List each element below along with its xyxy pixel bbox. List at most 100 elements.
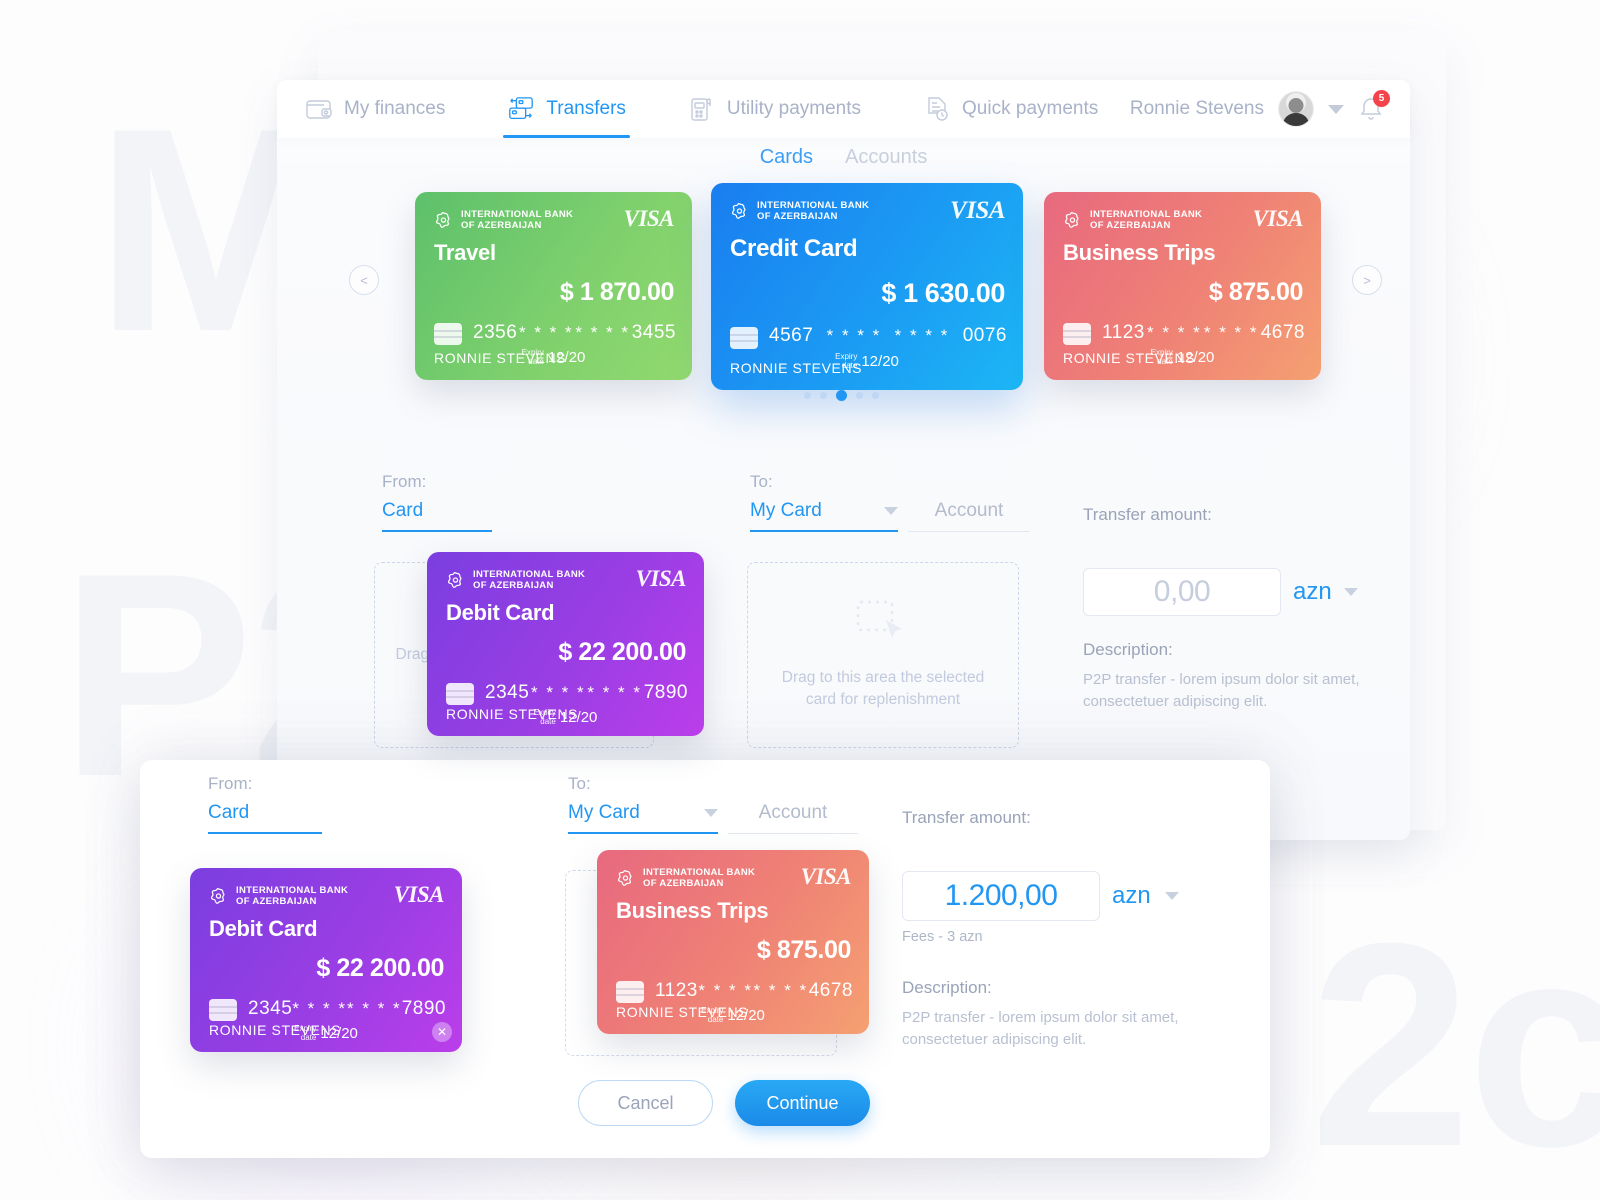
app-root: Mo P2 2c My finances [0,0,1600,1200]
visa-logo: VISA [623,206,675,231]
back-to-select-mycard[interactable]: My Card [750,500,898,532]
front-to-account-label: Account [758,802,828,823]
card-number: 4567 * * * * * * * * 0076 [769,325,1007,346]
carousel-dot[interactable] [872,392,879,399]
bank-logo-icon [434,211,453,230]
carousel-next-button[interactable]: > [1352,265,1382,295]
back-to-dropzone[interactable]: Drag to this area the selected card for … [747,562,1019,748]
chip-icon [434,323,462,345]
nav-item-utility-payments[interactable]: Utility payments [688,80,861,138]
front-currency-value: azn [1112,882,1151,909]
form-actions: Cancel Continue [578,1080,870,1126]
back-from-select[interactable]: Card [382,500,492,532]
front-currency-select[interactable]: azn [1112,882,1179,910]
front-amount-label: Transfer amount: [902,808,1031,827]
card-holder: RONNIE STEVENS [730,360,863,376]
chip-icon [1063,323,1091,345]
carousel-dot-active[interactable] [836,390,847,401]
continue-button[interactable]: Continue [735,1080,870,1126]
carousel-card-travel[interactable]: INTERNATIONAL BANK OF AZERBAIJAN VISA Tr… [415,192,692,380]
bank-name: INTERNATIONAL BANK OF AZERBAIJAN [236,885,349,908]
front-from-card-debit[interactable]: INTERNATIONAL BANK OF AZERBAIJAN VISA De… [190,868,462,1052]
nav-label: My finances [344,98,446,119]
back-to-dropzone-line1: Drag to this area the selected [781,668,985,686]
notifications-button[interactable]: 5 [1358,90,1390,123]
chevron-left-icon: < [360,272,368,288]
front-to-label: To: [568,774,591,793]
front-to-card-business-trips[interactable]: INTERNATIONAL BANK OF AZERBAIJAN VISA Bu… [597,850,869,1034]
bank-brand: INTERNATIONAL BANK OF AZERBAIJAN [1063,209,1202,231]
card-title: Business Trips [1063,240,1216,265]
bank-logo-icon [616,869,635,888]
card-holder: RONNIE STEVENS [446,706,579,722]
card-title: Business Trips [616,898,769,923]
bank-name: INTERNATIONAL BANK OF AZERBAIJAN [1090,209,1203,232]
remove-card-button[interactable]: ✕ [432,1022,452,1042]
front-to-select-mycard[interactable]: My Card [568,802,718,834]
front-from-value: Card [208,802,250,823]
back-selected-card-debit[interactable]: INTERNATIONAL BANK OF AZERBAIJAN VISA De… [427,552,704,736]
front-fees: Fees - 3 azn [902,929,983,945]
card-holder: RONNIE STEVENS [434,350,567,366]
bank-brand: INTERNATIONAL BANK OF AZERBAIJAN [616,867,755,889]
tab-cards[interactable]: Cards [760,146,813,169]
carousel-card-business-trips[interactable]: INTERNATIONAL BANK OF AZERBAIJAN VISA Bu… [1044,192,1321,380]
card-balance: $ 1 630.00 [881,278,1005,308]
user-name: Ronnie Stevens [1129,98,1264,119]
main-panel: My finances Transfers Utility payments Q… [277,80,1410,840]
nav-item-quick-payments[interactable]: Quick payments [923,80,1098,138]
bank-brand: INTERNATIONAL BANK OF AZERBAIJAN [446,569,585,591]
navbar-user-area: Ronnie Stevens 5 [1129,90,1410,127]
bank-name: INTERNATIONAL BANK OF AZERBAIJAN [461,209,574,232]
carousel-dot[interactable] [856,392,863,399]
back-amount-value: 0,00 [1153,575,1211,608]
notification-badge: 5 [1373,90,1390,107]
card-number: 1123 * * * * * * * * 4678 [655,980,853,1001]
chevron-down-icon[interactable] [1328,104,1344,114]
visa-logo: VISA [635,566,687,591]
front-to-select-account[interactable]: Account [728,802,858,834]
cancel-button[interactable]: Cancel [578,1080,713,1126]
front-amount-input[interactable]: 1.200,00 [902,871,1100,921]
front-from-label: From: [208,774,253,793]
back-currency-select[interactable]: azn [1293,578,1358,606]
carousel-dot[interactable] [804,392,811,399]
tab-accounts[interactable]: Accounts [845,146,927,169]
front-to-value: My Card [568,802,640,823]
nav-label: Utility payments [726,98,862,119]
chevron-down-icon[interactable] [1164,892,1179,900]
chevron-down-icon[interactable] [884,507,898,515]
chip-icon [616,981,644,1003]
back-from-label: From: [382,472,427,491]
utility-icon [688,96,716,122]
back-from-value: Card [382,500,424,521]
nav-item-my-finances[interactable]: My finances [305,80,445,138]
watermark-2c: 2c [1310,883,1600,1200]
card-title: Debit Card [446,600,555,625]
carousel-dot[interactable] [820,392,827,399]
back-amount-label: Transfer amount: [1083,505,1212,524]
back-to-value: My Card [750,500,822,521]
bank-logo-icon [209,887,228,906]
back-to-select-account[interactable]: Account [908,500,1030,532]
avatar[interactable] [1278,91,1314,127]
visa-logo: VISA [393,882,445,907]
chip-icon [209,999,237,1021]
chevron-down-icon[interactable] [1343,588,1358,596]
back-currency-value: azn [1293,578,1332,605]
front-amount-value: 1.200,00 [944,879,1058,912]
card-holder: RONNIE STEVENS [209,1022,342,1038]
chevron-right-icon: > [1363,272,1371,288]
carousel-prev-button[interactable]: < [349,265,379,295]
visa-logo: VISA [950,197,1005,224]
front-from-select[interactable]: Card [208,802,322,834]
chevron-down-icon[interactable] [704,809,718,817]
front-description-text: P2P transfer - lorem ipsum dolor sit ame… [902,1009,1179,1048]
card-balance: $ 1 870.00 [559,278,675,306]
nav-label: Transfers [546,98,626,119]
card-balance: $ 875.00 [756,936,852,964]
nav-item-transfers[interactable]: Transfers [503,80,630,138]
wallet-icon [305,96,333,122]
back-amount-input[interactable]: 0,00 [1083,568,1281,616]
carousel-card-credit[interactable]: INTERNATIONAL BANK OF AZERBAIJAN VISA Cr… [711,183,1023,390]
